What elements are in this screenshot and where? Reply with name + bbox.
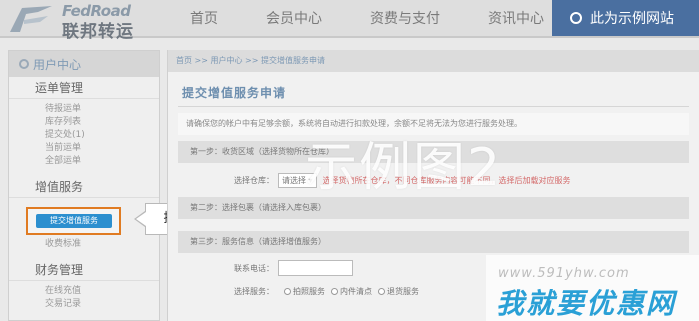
warehouse-label: 选择仓库： <box>234 175 274 185</box>
sidebar-group-finance[interactable]: 财务管理 <box>9 259 159 281</box>
radio-count-label: 内件清点 <box>340 286 372 296</box>
sidebar-group-waybill[interactable]: 运单管理 <box>9 77 159 99</box>
radio-return[interactable] <box>378 287 385 295</box>
sidebar-item-transactions[interactable]: 交易记录 <box>9 298 159 311</box>
ring-icon <box>570 12 582 24</box>
example-watermark: 示例图2 <box>305 138 503 198</box>
radio-count[interactable] <box>331 287 338 295</box>
title-divider <box>178 106 689 107</box>
demo-site-notice: 此为示例网站 <box>552 0 699 36</box>
radio-return-label: 退货服务 <box>387 286 419 296</box>
phone-input[interactable] <box>278 260 353 276</box>
phone-label: 联系电话： <box>234 263 274 273</box>
nav-home[interactable]: 首页 <box>190 0 218 38</box>
radio-photo[interactable] <box>284 287 291 295</box>
sidebar-item-all-waybills[interactable]: 全部运单 <box>9 155 159 168</box>
sidebar-item-recharge[interactable]: 在线充值 <box>9 285 159 298</box>
step3-header: 第三步：服务信息（请选择增值服务） <box>178 231 689 253</box>
sidebar-item-fee-standard[interactable]: 收费标准 <box>9 238 159 251</box>
active-item-highlight: 提交增值服务 <box>26 207 121 235</box>
sidebar-group-value-added[interactable]: 增值服务 <box>9 176 159 198</box>
sidebar-item-pending-waybills[interactable]: 待报运单 <box>9 103 159 116</box>
site-watermark-name: 我就要优惠网 <box>496 287 677 320</box>
logo-chinese: 联邦转运 <box>62 22 134 42</box>
main-nav: 首页 会员中心 资费与支付 资讯中心 <box>190 0 592 38</box>
callout-pointer-fill <box>136 212 146 226</box>
top-header: FedRoad 联邦转运 首页 会员中心 资费与支付 资讯中心 此为示例网站 <box>0 0 699 42</box>
logo-swoosh-icon <box>10 6 52 32</box>
sidebar-title: 用户中心 <box>33 57 82 72</box>
radio-photo-label: 拍照服务 <box>293 286 325 296</box>
sidebar-header: 用户中心 <box>9 51 159 77</box>
step2-header: 第二步：选择包裹（请选择入库包裹） <box>178 197 689 219</box>
service-label: 选择服务： <box>234 286 274 296</box>
site-watermark-url: www.591yhw.com <box>498 266 630 281</box>
sidebar-item-submitted[interactable]: 提交处(1) <box>9 129 159 142</box>
sidebar-item-submit-service[interactable]: 提交增值服务 <box>36 214 112 228</box>
sidebar-item-current-waybills[interactable]: 当前运单 <box>9 142 159 155</box>
nav-news[interactable]: 资讯中心 <box>488 0 544 38</box>
breadcrumb[interactable]: 首页 >> 用户中心 >> 提交增值服务申请 <box>168 50 699 72</box>
sidebar-item-inventory[interactable]: 库存列表 <box>9 116 159 129</box>
nav-rates-payment[interactable]: 资费与支付 <box>370 0 440 38</box>
user-icon <box>19 59 29 69</box>
nav-member-center[interactable]: 会员中心 <box>266 0 322 38</box>
user-sidebar: 用户中心 运单管理 待报运单 库存列表 提交处(1) 当前运单 全部运单 增值服… <box>8 50 160 321</box>
site-logo[interactable]: FedRoad 联邦转运 <box>8 2 168 42</box>
page-title: 提交增值服务申请 <box>182 86 287 100</box>
notice-text: 此为示例网站 <box>590 11 674 27</box>
